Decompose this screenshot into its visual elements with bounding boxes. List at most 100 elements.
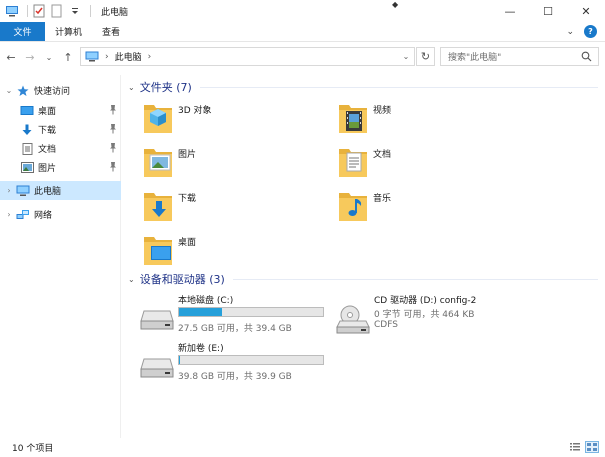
group-title: 设备和驱动器 (3) <box>139 273 225 286</box>
search-input[interactable]: 搜索"此电脑" <box>440 47 599 66</box>
forward-button[interactable]: → <box>22 47 38 67</box>
folder-music[interactable]: 音乐 <box>337 187 527 227</box>
nav-item-desktop[interactable]: 桌面 <box>0 101 121 120</box>
nav-label: 桌面 <box>38 107 57 117</box>
collapse-chevron-icon[interactable]: ⌄ <box>4 86 14 95</box>
folder-desktop[interactable]: 桌面 <box>142 231 332 271</box>
folder-name: 音乐 <box>373 194 392 204</box>
music-folder-icon <box>337 187 369 223</box>
desktop-icon <box>20 105 34 117</box>
nav-item-downloads[interactable]: 下载 <box>0 120 121 139</box>
star-icon <box>16 85 30 97</box>
nav-this-pc[interactable]: › 此电脑 <box>0 181 121 200</box>
close-button[interactable]: ✕ <box>567 0 605 22</box>
breadcrumb-separator[interactable]: › <box>148 52 152 62</box>
details-view-icon[interactable] <box>568 441 582 453</box>
address-dropdown-icon[interactable]: ⌄ <box>398 48 414 65</box>
recent-locations-button[interactable]: ⌄ <box>41 47 57 67</box>
nav-label: 图片 <box>38 164 57 174</box>
content-pane: ⌄ 文件夹 (7) 3D 对象 视频 图片 文档 下载 音乐 桌面 ⌄ 设备和驱… <box>122 71 605 438</box>
nav-label: 文档 <box>38 145 57 155</box>
drive-name: 新加卷 (E:) <box>178 344 224 354</box>
group-header-drives[interactable]: ⌄ 设备和驱动器 (3) <box>128 271 598 287</box>
properties-icon[interactable] <box>32 4 46 18</box>
download-arrow-icon <box>20 124 34 136</box>
hard-drive-icon <box>140 353 174 379</box>
drive-e[interactable]: 新加卷 (E:) 39.8 GB 可用，共 39.9 GB <box>140 341 330 401</box>
folder-3d-objects[interactable]: 3D 对象 <box>142 99 332 139</box>
computer-icon[interactable] <box>5 4 19 18</box>
folder-downloads[interactable]: 下载 <box>142 187 332 227</box>
drive-space-info: 39.8 GB 可用，共 39.9 GB <box>178 372 292 382</box>
network-icon <box>16 209 30 221</box>
pin-icon[interactable] <box>109 143 117 153</box>
drive-usage-fill <box>179 308 223 316</box>
folder-pictures[interactable]: 图片 <box>142 143 332 183</box>
expand-chevron-icon[interactable]: › <box>4 210 14 219</box>
breadcrumb-this-pc[interactable]: 此电脑 <box>115 50 142 63</box>
tab-file[interactable]: 文件 <box>0 22 45 41</box>
ribbon-tabs: 文件 计算机 查看 ⌄ ? <box>0 22 605 42</box>
drive-name: CD 驱动器 (D:) config-2 <box>374 296 477 306</box>
address-row: ← → ⌄ ↑ › 此电脑 › ⌄ ↻ 搜索"此电脑" <box>0 43 605 71</box>
pin-icon[interactable] <box>109 124 117 134</box>
expand-chevron-icon[interactable]: › <box>4 186 14 195</box>
up-button[interactable]: ↑ <box>60 47 76 67</box>
collapse-chevron-icon[interactable]: ⌄ <box>128 275 135 284</box>
back-button[interactable]: ← <box>3 47 19 67</box>
refresh-button[interactable]: ↻ <box>416 47 435 66</box>
group-divider <box>199 86 598 88</box>
pin-icon[interactable] <box>109 105 117 115</box>
hard-drive-icon <box>140 305 174 331</box>
quick-access-toolbar <box>5 4 95 18</box>
nav-label: 此电脑 <box>34 187 62 197</box>
window-controls: — ☐ ✕ <box>491 0 605 22</box>
nav-item-documents[interactable]: 文档 <box>0 139 121 158</box>
collapse-chevron-icon[interactable]: ⌄ <box>128 83 135 92</box>
folder-name: 3D 对象 <box>178 106 212 116</box>
group-divider <box>232 278 598 280</box>
pointer-marker: ◆ <box>392 0 399 9</box>
folder-name: 文档 <box>373 150 392 160</box>
videos-folder-icon <box>337 99 369 135</box>
nav-label: 快速访问 <box>34 87 71 97</box>
group-header-folders[interactable]: ⌄ 文件夹 (7) <box>128 79 598 95</box>
drive-d[interactable]: CD 驱动器 (D:) config-2 0 字节 可用，共 464 KB CD… <box>336 293 536 353</box>
folder-name: 图片 <box>178 150 197 160</box>
nav-label: 下载 <box>38 126 57 136</box>
tab-computer[interactable]: 计算机 <box>45 22 92 41</box>
address-bar[interactable]: › 此电脑 › ⌄ <box>80 47 415 66</box>
toolbar-divider <box>90 5 91 17</box>
minimize-button[interactable]: — <box>491 0 529 22</box>
folder-videos[interactable]: 视频 <box>337 99 527 139</box>
item-count: 10 个项目 <box>12 444 54 454</box>
search-placeholder: 搜索"此电脑" <box>448 53 502 63</box>
nav-quick-access[interactable]: ⌄ 快速访问 <box>0 81 121 100</box>
computer-icon <box>16 185 30 197</box>
tiles-view-icon[interactable] <box>585 441 599 453</box>
document-icon <box>20 142 34 155</box>
desktop-folder-icon <box>142 231 174 267</box>
expand-ribbon-icon[interactable]: ⌄ <box>566 27 574 37</box>
folder-name: 桌面 <box>178 238 197 248</box>
new-folder-icon[interactable] <box>50 4 64 18</box>
status-bar: 10 个项目 <box>0 438 605 457</box>
nav-item-pictures[interactable]: 图片 <box>0 158 121 177</box>
toolbar-divider <box>27 5 28 17</box>
ribbon-controls: ⌄ ? <box>566 25 597 38</box>
title-bar: 此电脑 ◆ — ☐ ✕ <box>0 0 605 22</box>
folder-name: 视频 <box>373 106 392 116</box>
breadcrumb-separator[interactable]: › <box>105 52 109 62</box>
pin-icon[interactable] <box>109 162 117 172</box>
view-switcher <box>568 441 599 453</box>
maximize-button[interactable]: ☐ <box>529 0 567 22</box>
tab-view[interactable]: 查看 <box>92 22 130 41</box>
nav-network[interactable]: › 网络 <box>0 205 121 224</box>
window-title: 此电脑 <box>101 7 129 18</box>
documents-folder-icon <box>337 143 369 179</box>
help-icon[interactable]: ? <box>584 25 597 38</box>
folder-documents[interactable]: 文档 <box>337 143 527 183</box>
customize-toolbar-icon[interactable] <box>68 4 82 18</box>
downloads-folder-icon <box>142 187 174 223</box>
3d-objects-folder-icon <box>142 99 174 135</box>
